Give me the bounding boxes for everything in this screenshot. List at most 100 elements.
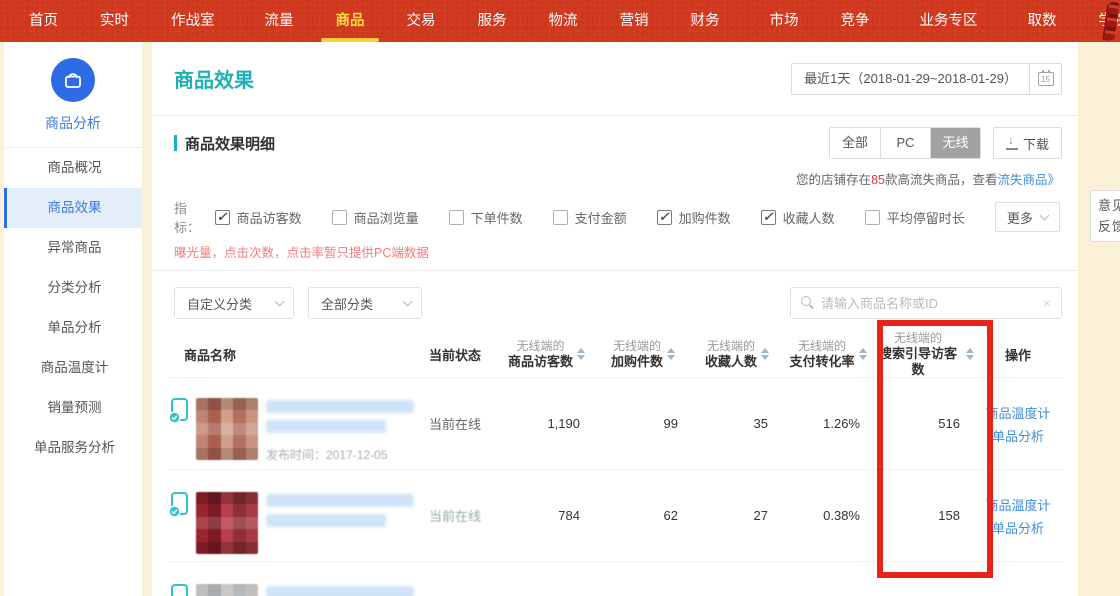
nav-item-war-room[interactable]: 作战室 bbox=[150, 0, 236, 42]
nav-item-traffic[interactable]: 流量 bbox=[244, 0, 315, 42]
chevron-down-icon bbox=[403, 297, 413, 307]
sort-icon[interactable] bbox=[966, 348, 974, 360]
sidebar-item-abnormal-products[interactable]: 异常商品 bbox=[4, 228, 142, 268]
sidebar-menu: 商品概况 商品效果 异常商品 分类分析 单品分析 商品温度计 销量预测 单品服务… bbox=[4, 148, 142, 468]
col-current-status: 当前状态 bbox=[411, 345, 499, 364]
nav-item-data-extract[interactable]: 取数 bbox=[1007, 0, 1078, 42]
main-content: 商品效果 最近1天（2018-01-29~2018-01-29） 15 商品效果… bbox=[152, 42, 1078, 596]
mobile-online-icon bbox=[168, 584, 192, 596]
metric-label: 商品浏览量 bbox=[354, 208, 419, 227]
nav-item-service[interactable]: 服务 bbox=[457, 0, 528, 42]
col-wireless-favorites[interactable]: 无线端的收藏人数 bbox=[692, 338, 782, 370]
nav-item-home[interactable]: 首页 bbox=[8, 0, 79, 42]
favorites-cell: 27 bbox=[692, 508, 782, 523]
sidebar-item-single-product-analysis[interactable]: 单品分析 bbox=[4, 308, 142, 348]
nav-item-business-zone[interactable]: 业务专区 bbox=[899, 0, 999, 42]
metrics-row: 指标： 商品访客数 商品浏览量 下单件数 支付金额 加购件数 收藏人数 平均停留… bbox=[152, 190, 1078, 236]
metric-label: 下单件数 bbox=[471, 208, 523, 227]
loss-count: 85 bbox=[871, 173, 885, 187]
toggle-wireless[interactable]: 无线 bbox=[930, 128, 980, 158]
sidebar-item-single-product-service[interactable]: 单品服务分析 bbox=[4, 428, 142, 468]
all-category-select[interactable]: 全部分类 bbox=[308, 287, 422, 319]
download-button[interactable]: 下载 bbox=[993, 127, 1062, 159]
sidebar-item-product-overview[interactable]: 商品概况 bbox=[4, 148, 142, 188]
search-visitors-cell: 516 bbox=[874, 416, 974, 431]
nav-item-marketing[interactable]: 营销 bbox=[599, 0, 670, 42]
section-bar: 商品效果明细 全部 PC 无线 下载 bbox=[152, 116, 1078, 170]
visitors-cell: 784 bbox=[499, 508, 594, 523]
metrics-label: 指标： bbox=[174, 198, 213, 236]
loss-products-notice: 您的店铺存在85款高流失商品，查看流失商品》 bbox=[152, 170, 1078, 190]
nav-item-logistics[interactable]: 物流 bbox=[528, 0, 599, 42]
sidebar-item-sales-forecast[interactable]: 销量预测 bbox=[4, 388, 142, 428]
product-thermometer-link[interactable]: 商品温度计 bbox=[985, 495, 1050, 514]
product-image[interactable] bbox=[196, 584, 258, 596]
checkbox-icon[interactable] bbox=[215, 210, 230, 225]
checkbox-icon[interactable] bbox=[553, 210, 568, 225]
checkbox-icon[interactable] bbox=[761, 210, 776, 225]
checkbox-icon[interactable] bbox=[865, 210, 880, 225]
section-title: 商品效果明细 bbox=[174, 133, 275, 154]
nav-item-finance[interactable]: 财务 bbox=[670, 0, 741, 42]
sort-icon[interactable] bbox=[761, 348, 769, 360]
col-product-name: 商品名称 bbox=[168, 345, 411, 364]
custom-category-select[interactable]: 自定义分类 bbox=[174, 287, 294, 319]
single-product-analysis-link[interactable]: 单品分析 bbox=[992, 518, 1044, 537]
favorites-cell: 35 bbox=[692, 416, 782, 431]
nav-item-market[interactable]: 市场 bbox=[749, 0, 820, 42]
metric-avg-stay-time[interactable]: 平均停留时长 bbox=[865, 208, 965, 227]
checkbox-icon[interactable] bbox=[332, 210, 347, 225]
col-wireless-pay-cvr[interactable]: 无线端的支付转化率 bbox=[782, 338, 874, 370]
top-nav: 首页 实时 作战室 流量 商品 交易 服务 物流 营销 财务 市场 竞争 业务专… bbox=[0, 0, 1120, 42]
metric-label: 支付金额 bbox=[575, 208, 627, 227]
product-meta bbox=[258, 584, 414, 596]
sort-icon[interactable] bbox=[859, 348, 867, 360]
publish-time: 发布时间：2017-12-05 bbox=[266, 446, 414, 463]
sidebar-item-product-effect[interactable]: 商品效果 bbox=[4, 188, 142, 228]
calendar-icon[interactable]: 15 bbox=[1029, 64, 1061, 94]
sort-icon[interactable] bbox=[577, 348, 585, 360]
sidebar-item-product-thermometer[interactable]: 商品温度计 bbox=[4, 348, 142, 388]
col-wireless-visitors[interactable]: 无线端的商品访客数 bbox=[499, 338, 594, 370]
metric-product-visitors[interactable]: 商品访客数 bbox=[215, 208, 302, 227]
col-wireless-cart[interactable]: 无线端的加购件数 bbox=[594, 338, 692, 370]
checkbox-icon[interactable] bbox=[449, 210, 464, 225]
toggle-all[interactable]: 全部 bbox=[830, 128, 880, 158]
product-search-input[interactable] bbox=[821, 296, 1041, 311]
col-wireless-search-visitors[interactable]: 无线端的搜索引导访客数 bbox=[874, 330, 974, 378]
search-visitors-cell: 158 bbox=[874, 508, 974, 523]
metric-cart-items[interactable]: 加购件数 bbox=[657, 208, 731, 227]
select-value: 全部分类 bbox=[321, 294, 373, 313]
section-title-text: 商品效果明细 bbox=[185, 133, 275, 154]
single-product-analysis-link[interactable]: 单品分析 bbox=[992, 426, 1044, 445]
actions-cell: 商品温度计 单品分析 bbox=[974, 495, 1062, 537]
blurred-product-title bbox=[266, 514, 386, 527]
more-metrics-button[interactable]: 更多 bbox=[995, 202, 1060, 232]
product-thermometer-link[interactable]: 商品温度计 bbox=[985, 403, 1050, 422]
product-search-box: × bbox=[790, 287, 1062, 319]
clear-search-icon[interactable]: × bbox=[1041, 295, 1053, 311]
loss-products-link[interactable]: 流失商品》 bbox=[997, 173, 1060, 187]
metric-favorites[interactable]: 收藏人数 bbox=[761, 208, 835, 227]
nav-item-realtime[interactable]: 实时 bbox=[79, 0, 150, 42]
product-image[interactable] bbox=[196, 398, 258, 460]
metric-order-items[interactable]: 下单件数 bbox=[449, 208, 523, 227]
metric-pay-amount[interactable]: 支付金额 bbox=[553, 208, 627, 227]
product-cell: 发布时间：2017-12-05 bbox=[168, 384, 411, 463]
metric-label: 收藏人数 bbox=[783, 208, 835, 227]
feedback-tab[interactable]: 意见反馈 bbox=[1090, 190, 1120, 242]
toggle-pc[interactable]: PC bbox=[880, 128, 930, 158]
sort-icon[interactable] bbox=[667, 348, 675, 360]
metric-product-views[interactable]: 商品浏览量 bbox=[332, 208, 419, 227]
page-header: 商品效果 最近1天（2018-01-29~2018-01-29） 15 bbox=[152, 42, 1078, 116]
nav-item-product[interactable]: 商品 bbox=[315, 0, 386, 42]
nav-item-trade[interactable]: 交易 bbox=[386, 0, 457, 42]
checkbox-icon[interactable] bbox=[657, 210, 672, 225]
search-icon bbox=[801, 296, 815, 310]
sidebar-item-category-analysis[interactable]: 分类分析 bbox=[4, 268, 142, 308]
nav-item-competition[interactable]: 竞争 bbox=[820, 0, 891, 42]
more-label: 更多 bbox=[1007, 208, 1033, 227]
table-header-row: 商品名称 当前状态 无线端的商品访客数 无线端的加购件数 无线端的收藏人数 无线… bbox=[168, 331, 1062, 377]
date-range-picker[interactable]: 最近1天（2018-01-29~2018-01-29） 15 bbox=[791, 63, 1062, 95]
product-image[interactable] bbox=[196, 492, 258, 554]
